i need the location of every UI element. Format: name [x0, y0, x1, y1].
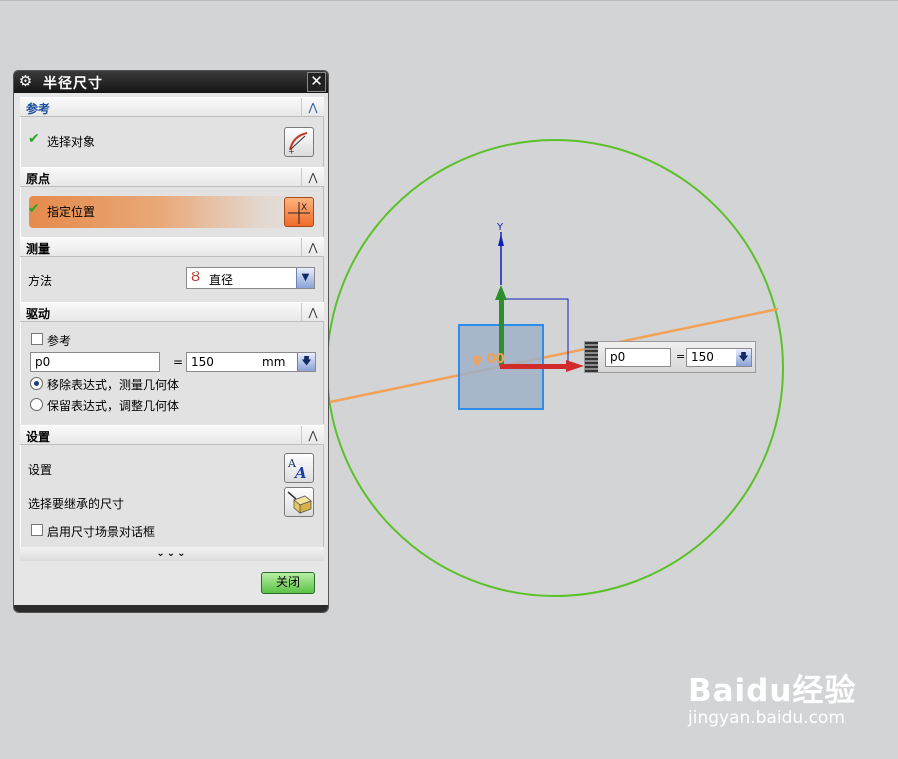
onscreen-input-box[interactable]: p0 = 150 🡇 [584, 341, 756, 373]
checkmark-icon: ✔ [28, 201, 40, 217]
inherit-box-icon [287, 491, 312, 514]
green-axis-arrowhead [495, 285, 507, 300]
svg-text:X: X [301, 203, 307, 213]
window-top-border [0, 0, 898, 1]
section-body-measure: 方法 Ȣ 直径 ▼ [20, 257, 324, 303]
onscreen-value-field[interactable]: 150 🡇 [686, 348, 752, 367]
svg-text:+: + [288, 147, 295, 156]
drag-handle[interactable] [585, 342, 598, 372]
expression-name-field[interactable]: p0 [30, 352, 160, 372]
section-title-measure: 测量 [26, 242, 51, 256]
y-axis-label: Y [496, 222, 504, 233]
radial-dimension-dialog: ⚙ 半径尺寸 ✕ 参考 ⋀ ✔ 选择对象 + 原点 ⋀ ✔ 指定位置 X 测量 … [13, 70, 329, 613]
method-value: 直径 [209, 273, 234, 287]
section-title-drive: 驱动 [26, 307, 51, 321]
section-body-origin: ✔ 指定位置 X [20, 187, 324, 237]
radio-keep-expression[interactable] [30, 398, 43, 411]
specify-position-button[interactable]: X [284, 197, 314, 227]
section-header-origin[interactable]: 原点 ⋀ [20, 167, 324, 187]
section-body-reference: ✔ 选择对象 + [20, 117, 324, 167]
collapse-chevron-icon[interactable]: ⋀ [301, 168, 324, 187]
onscreen-value-text: 150 [691, 350, 714, 364]
position-cross-icon: X [288, 202, 310, 224]
section-title-origin: 原点 [26, 172, 51, 186]
settings-label: 设置 [28, 463, 53, 477]
section-body-settings: 设置 A A 选择要继承的尺寸 启用尺寸场景对话框 [20, 445, 324, 547]
inherit-dimension-label: 选择要继承的尺寸 [28, 497, 125, 511]
section-header-drive[interactable]: 驱动 ⋀ [20, 302, 324, 322]
select-object-button[interactable]: + [284, 127, 314, 157]
diameter-icon: Ȣ [191, 270, 201, 285]
collapse-chevron-icon[interactable]: ⋀ [301, 303, 324, 322]
red-axis-arrowhead [566, 360, 584, 372]
method-label: 方法 [28, 274, 53, 288]
collapse-chevron-icon[interactable]: ⋀ [301, 238, 324, 257]
watermark-logo: Baidu经验 [688, 673, 857, 709]
onscreen-equals: = [676, 350, 686, 363]
dialog-titlebar[interactable]: ⚙ 半径尺寸 ✕ [14, 71, 328, 93]
text-style-icon: A A [287, 457, 307, 482]
equals-label: = [173, 355, 184, 369]
radio-keep-expression-label: 保留表达式，调整几何体 [47, 399, 180, 413]
settings-button[interactable]: A A [284, 453, 314, 483]
section-body-drive: 参考 p0 = 150 mm 🡇 移除表达式，测量几何体 保留表达式，调整几何体 [20, 322, 324, 424]
reference-checkbox[interactable] [31, 333, 43, 345]
svg-text:A: A [293, 464, 307, 482]
method-dropdown[interactable]: Ȣ 直径 ▼ [186, 267, 315, 289]
close-icon[interactable]: ✕ [307, 72, 326, 92]
checkmark-icon: ✔ [28, 131, 40, 147]
arc-select-icon: + [288, 132, 308, 156]
dialog-bottom-bar [14, 605, 328, 612]
select-object-label: 选择对象 [47, 135, 96, 149]
section-title-reference: 参考 [26, 102, 51, 116]
y-axis-arrowhead [498, 234, 504, 246]
specify-position-label: 指定位置 [47, 205, 96, 219]
collapse-chevron-icon[interactable]: ⋀ [301, 426, 324, 445]
section-title-settings: 设置 [26, 430, 51, 444]
close-button[interactable]: 关闭 [261, 572, 315, 594]
unit-dropdown-arrow-icon[interactable]: 🡇 [297, 353, 315, 371]
expression-value-field[interactable]: 150 mm 🡇 [186, 352, 316, 372]
more-options-chevron-icon[interactable]: ⌄⌄⌄ [20, 547, 324, 561]
inherit-dimension-button[interactable] [284, 487, 314, 517]
gear-icon[interactable]: ⚙ [17, 73, 34, 90]
section-header-reference[interactable]: 参考 ⋀ [20, 97, 324, 117]
watermark: Baidu经验 jingyan.baidu.com [688, 665, 856, 728]
section-header-settings[interactable]: 设置 ⋀ [20, 425, 324, 445]
radio-remove-expression[interactable] [30, 377, 43, 390]
enable-dialog-label: 启用尺寸场景对话框 [47, 525, 156, 539]
radio-remove-expression-label: 移除表达式，测量几何体 [47, 378, 180, 392]
enable-dialog-checkbox[interactable] [31, 524, 43, 536]
chevron-down-icon[interactable]: ▼ [296, 268, 314, 288]
watermark-url: jingyan.baidu.com [688, 708, 845, 728]
section-header-measure[interactable]: 测量 ⋀ [20, 237, 324, 257]
onscreen-name-field[interactable]: p0 [605, 348, 671, 367]
red-axis [500, 364, 568, 369]
onscreen-dropdown-arrow-icon[interactable]: 🡇 [736, 349, 751, 366]
unit-label: mm [262, 355, 286, 369]
expression-value: 150 [191, 355, 214, 369]
dimension-text[interactable]: φ 00 [472, 352, 505, 367]
collapse-chevron-icon[interactable]: ⋀ [301, 98, 324, 117]
reference-checkbox-label: 参考 [47, 334, 72, 348]
dialog-title: 半径尺寸 [43, 76, 103, 92]
